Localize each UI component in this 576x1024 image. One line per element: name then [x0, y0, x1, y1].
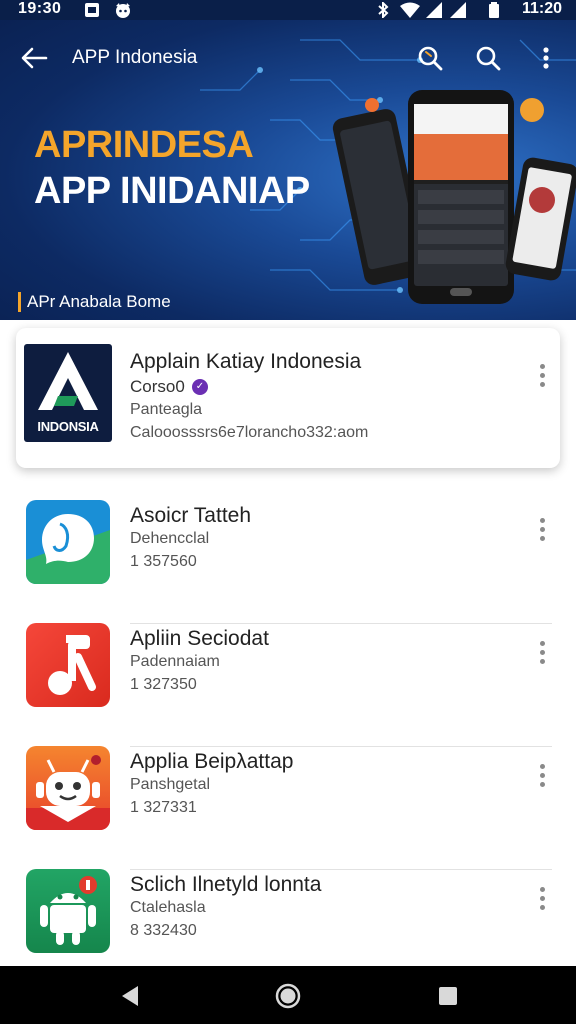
app-title: Apliin Seciodat: [130, 627, 269, 650]
battery-icon: [489, 2, 499, 18]
app-title: Applia Beipλattap: [130, 750, 294, 773]
more-options-icon[interactable]: [532, 514, 552, 548]
android-icon: [40, 876, 97, 945]
nav-home-icon[interactable]: [272, 980, 304, 1012]
robot-icon: [26, 755, 110, 830]
app-icon-android: [26, 869, 110, 953]
app-bar: APP Indonesia: [0, 34, 576, 84]
featured-logo-text: INDONSIA: [37, 419, 99, 434]
back-arrow-icon[interactable]: [18, 42, 50, 74]
hero-headline-line2: APP INIDANIAP: [34, 170, 310, 212]
list-item[interactable]: Applia Beipλattap Panshgetal 1 327331: [0, 746, 576, 870]
bluetooth-icon: [378, 2, 389, 18]
app-subtitle: Ctalehasla: [130, 899, 206, 916]
notification-icon: [85, 3, 99, 17]
app-icon-chat: [26, 500, 110, 584]
status-bar: 19:30 11:20: [0, 0, 576, 20]
app-bar-title: APP Indonesia: [72, 47, 198, 68]
app-subtitle: Panshgetal: [130, 776, 211, 793]
app-number: 8 332430: [130, 922, 197, 939]
chat-bubble-icon: [26, 514, 110, 584]
hero-banner: 19:30 11:20 APP Indonesia APRINDESA APP …: [0, 0, 576, 320]
hero-caption: APr Anabala Bome: [18, 292, 171, 312]
list-item[interactable]: Apliin Seciodat Padennaiam 1 327350: [0, 623, 576, 747]
app-number: 1 327350: [130, 676, 197, 693]
system-nav-bar: [0, 966, 576, 1024]
app-subtitle: Dehencclal: [130, 530, 210, 547]
more-options-icon[interactable]: [532, 637, 552, 671]
featured-app-logo: INDONSIA: [24, 344, 112, 442]
search-icon-secondary[interactable]: [472, 42, 504, 74]
more-options-icon[interactable]: [532, 883, 552, 917]
app-icon-robot: [26, 746, 110, 830]
search-icon[interactable]: [414, 42, 446, 74]
wifi-icon: [400, 2, 420, 18]
status-time-right: 11:20: [521, 0, 562, 17]
verified-badge-icon: ✓: [192, 379, 208, 395]
featured-app-subtitle: Corso0: [130, 377, 185, 396]
hero-headline-line1: APRINDESA: [34, 124, 254, 166]
app-icon-music: [26, 623, 110, 707]
app-number: 1 357560: [130, 553, 197, 570]
app-subtitle: Padennaiam: [130, 653, 220, 670]
music-note-icon: [48, 635, 96, 695]
featured-app-title: Applain Katiay Indonesia: [130, 350, 362, 373]
signal-icon-2: [450, 2, 466, 18]
list-item[interactable]: Asoicr Tatteh Dehencclal 1 357560: [0, 500, 576, 624]
app-number: 1 327331: [130, 799, 197, 816]
app-title: Sclich Ilnetyld lonnta: [130, 873, 322, 896]
overflow-menu-icon[interactable]: [530, 42, 562, 74]
signal-icon: [426, 2, 442, 18]
featured-more-icon[interactable]: [532, 360, 552, 394]
nav-recents-icon[interactable]: [432, 980, 464, 1012]
status-time: 19:30: [18, 0, 62, 17]
featured-app-category: Panteagla: [130, 401, 203, 418]
app-list: INDONSIA Applain Katiay Indonesia Corso0…: [0, 320, 576, 966]
app-title: Asoicr Tatteh: [130, 504, 252, 527]
featured-app-email: Calooosssrs6e7lorancho332:aom: [130, 424, 369, 441]
featured-app-card[interactable]: INDONSIA Applain Katiay Indonesia Corso0…: [16, 328, 560, 468]
nav-back-icon[interactable]: [114, 980, 146, 1012]
cat-face-icon: [116, 3, 130, 18]
more-options-icon[interactable]: [532, 760, 552, 794]
